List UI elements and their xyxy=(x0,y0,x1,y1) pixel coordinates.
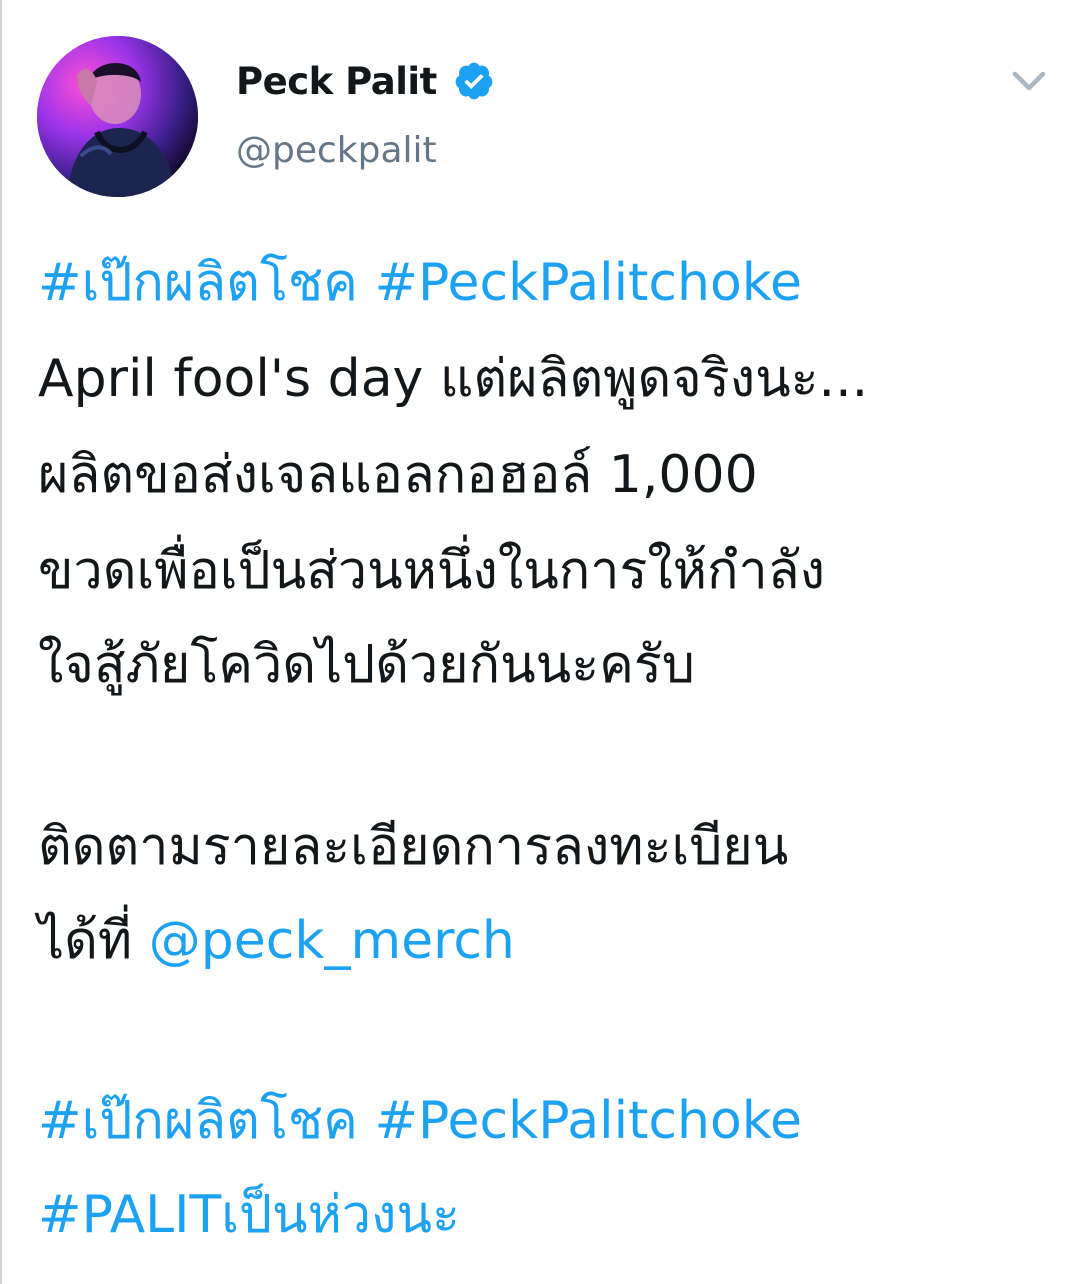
verified-badge-icon xyxy=(453,60,495,102)
tweet-text-line: ติดตามรายละเอียดการลงทะเบียน xyxy=(38,817,789,877)
tweet-text-line: ใจสู้ภัยโควิดไปด้วยกันนะครับ xyxy=(38,635,695,695)
hashtag-link[interactable]: #PALITเป็นห่วงนะ xyxy=(38,1185,460,1245)
hashtag-link[interactable]: #เป๊กผลิตโชค xyxy=(38,253,358,313)
display-name[interactable]: Peck Palit xyxy=(236,60,437,103)
hashtag-link[interactable]: #PeckPalitchoke xyxy=(374,253,802,313)
hashtag-link[interactable]: #PeckPalitchoke xyxy=(374,1091,802,1151)
tweet-text-line: ขวดเพื่อเป็นส่วนหนึ่งในการให้กำลัง xyxy=(38,541,825,601)
tweet-text-line: April fool's day แต่ผลิตพูดจริงนะ... xyxy=(38,349,869,409)
hashtag-link[interactable]: #เป๊กผลิตโชค xyxy=(38,1091,358,1151)
user-handle[interactable]: @peckpalit xyxy=(236,130,437,171)
mention-prefix: ได้ที่ xyxy=(38,911,133,971)
tweet-line-hashtag-last: #PALITเป็นห่วงนะ xyxy=(38,1180,460,1250)
chevron-down-icon[interactable] xyxy=(1005,62,1053,100)
user-name-row: Peck Palit xyxy=(236,54,495,108)
mention-link[interactable]: @peck_merch xyxy=(149,911,515,971)
profile-photo-icon xyxy=(37,36,198,197)
tweet-line-hashtags-bottom: #เป๊กผลิตโชค #PeckPalitchoke xyxy=(38,1086,802,1156)
tweet-line-mention: ได้ที่ @peck_merch xyxy=(38,906,515,976)
avatar[interactable] xyxy=(37,36,198,197)
tweet-text-line: ผลิตขอส่งเจลแอลกอฮอล์ 1,000 xyxy=(38,445,758,505)
tweet-card: Peck Palit @peckpalit #เป๊กผลิตโชค #Peck… xyxy=(0,0,1080,1284)
tweet-line-hashtags-top: #เป๊กผลิตโชค #PeckPalitchoke xyxy=(38,248,802,318)
